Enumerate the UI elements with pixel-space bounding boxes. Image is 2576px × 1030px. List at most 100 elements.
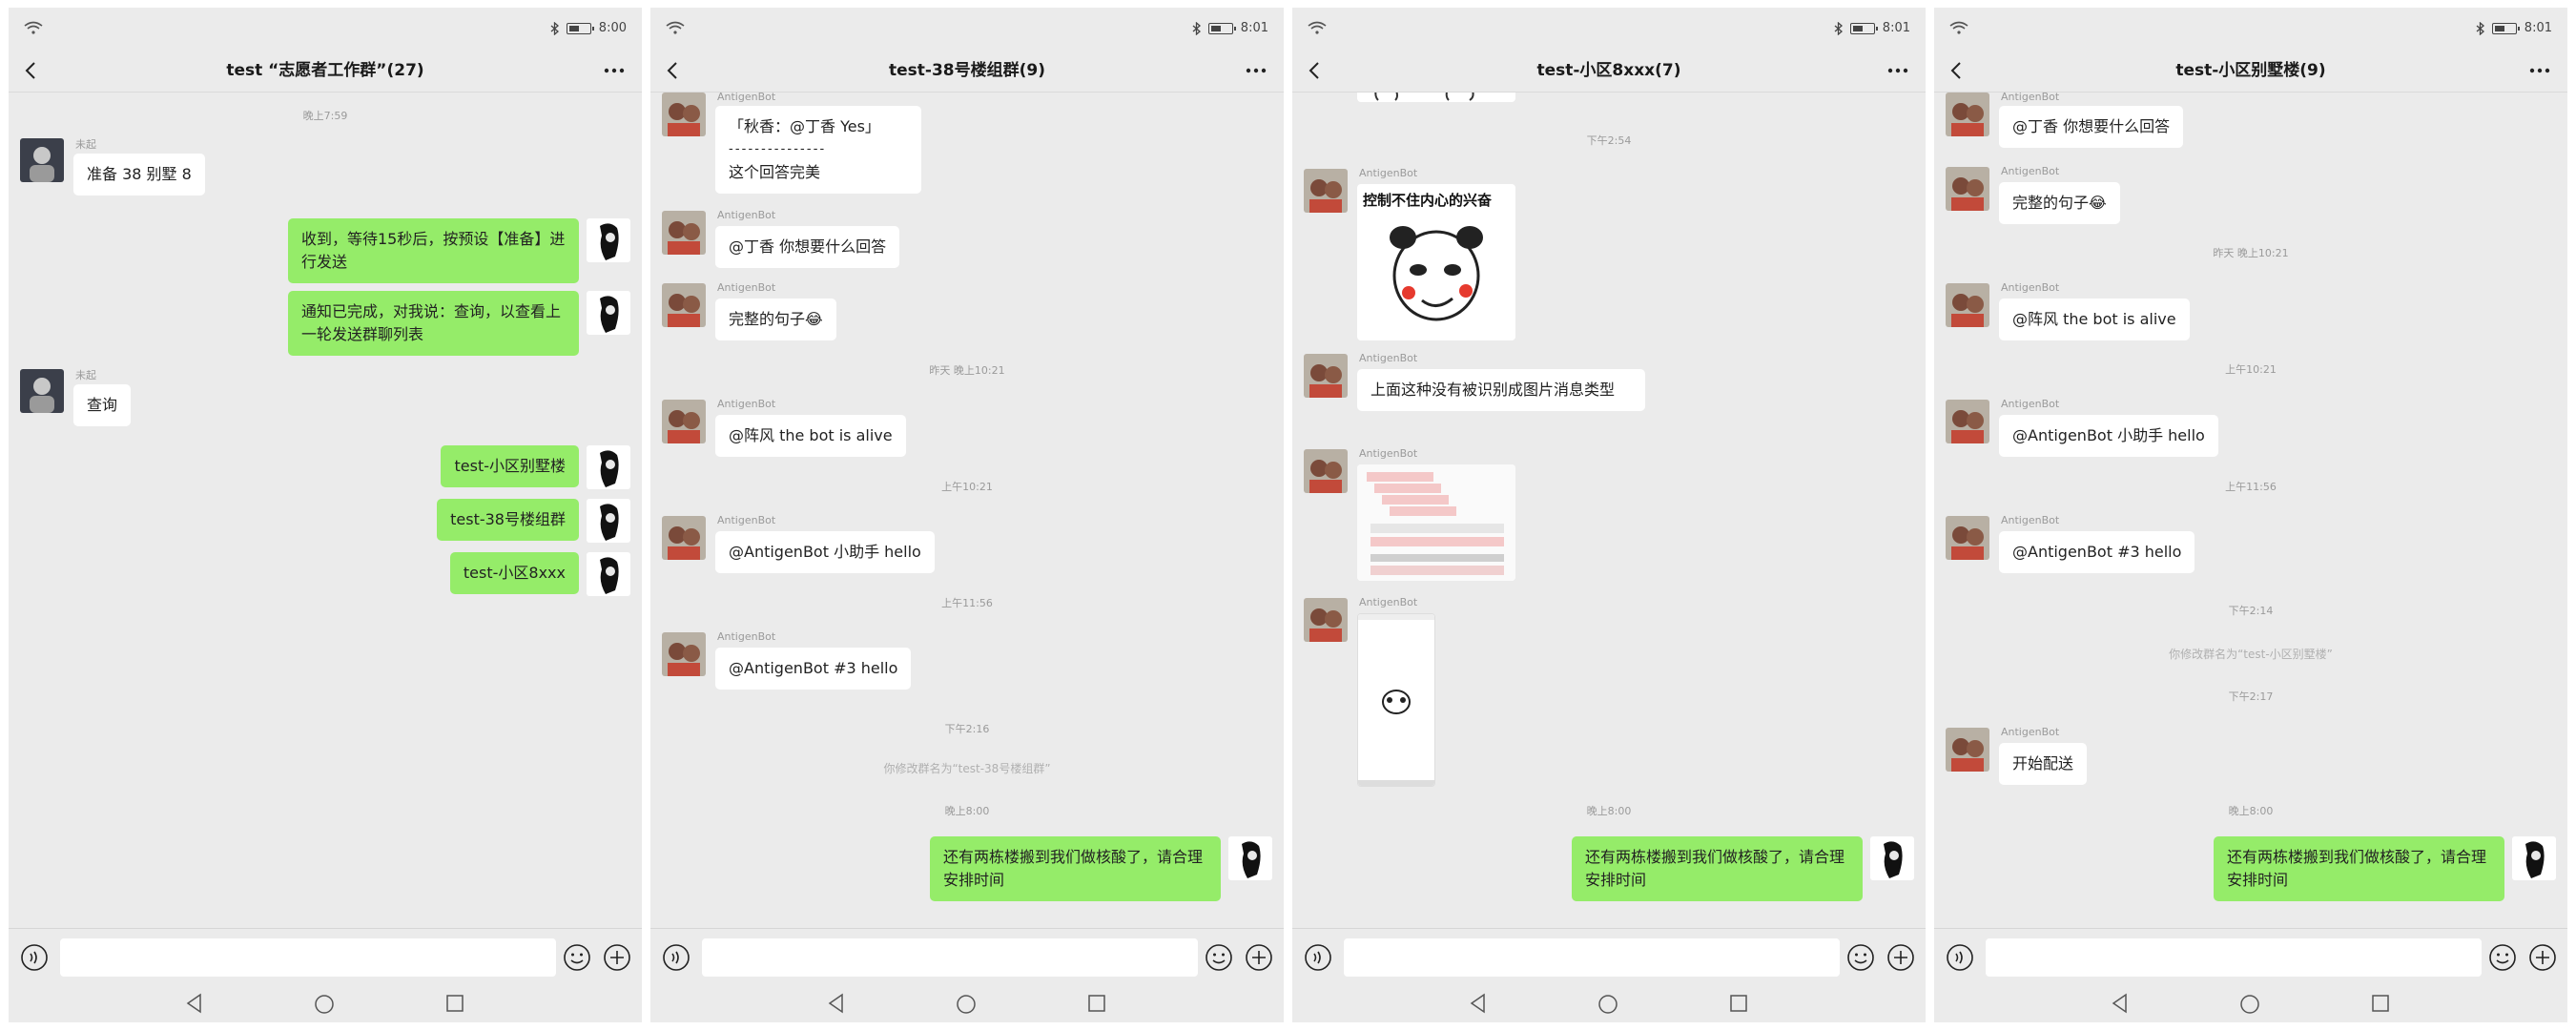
message-bubble[interactable]: 查询 <box>73 384 132 426</box>
timestamp: 下午2:14 <box>2228 605 2274 617</box>
message-bubble[interactable]: @AntigenBot #3 hello <box>1999 531 2195 573</box>
voice-icon[interactable] <box>20 943 49 972</box>
message-list[interactable]: 下午2:54 AntigenBot 控制不住内心的兴奋 AntigenBot 上… <box>1292 93 1926 928</box>
quoted-message-bubble[interactable]: 「秋香：@丁香 Yes」 - - - - - - - - - - - - - -… <box>715 106 921 194</box>
avatar[interactable] <box>1304 169 1348 213</box>
message-bubble-outgoing[interactable]: 还有两栋楼搬到我们做核酸了，请合理安排时间 <box>2214 836 2504 901</box>
avatar[interactable] <box>662 283 706 327</box>
timestamp: 上午11:56 <box>2225 481 2277 493</box>
more-icon[interactable] <box>600 57 629 84</box>
sticker-image[interactable]: 控制不住内心的兴奋 <box>1357 184 1515 340</box>
avatar[interactable] <box>1946 283 1989 327</box>
nav-home-icon[interactable] <box>955 993 978 1016</box>
avatar[interactable] <box>20 138 64 182</box>
plus-icon[interactable] <box>1886 942 1916 973</box>
avatar-self[interactable] <box>587 291 630 335</box>
avatar-self[interactable] <box>1870 836 1914 880</box>
avatar[interactable] <box>1946 516 1989 560</box>
message-bubble[interactable]: @AntigenBot 小助手 hello <box>1999 415 2218 457</box>
message-bubble[interactable]: 准备 38 别墅 8 <box>73 154 205 196</box>
more-icon[interactable] <box>1884 57 1912 84</box>
emoji-icon[interactable] <box>2487 942 2518 973</box>
back-arrow-icon[interactable] <box>1944 57 1970 84</box>
nav-recent-icon[interactable] <box>1729 994 1748 1013</box>
nav-recent-icon[interactable] <box>1087 994 1106 1013</box>
voice-icon[interactable] <box>662 943 690 972</box>
avatar[interactable] <box>662 400 706 443</box>
nav-home-icon[interactable] <box>313 993 336 1016</box>
message-bubble[interactable]: @阵风 the bot is alive <box>715 415 906 457</box>
back-arrow-icon[interactable] <box>1302 57 1329 84</box>
message-bubble-outgoing[interactable]: test-小区8xxx <box>449 552 579 594</box>
emoji-icon[interactable] <box>1845 942 1876 973</box>
avatar[interactable] <box>662 632 706 676</box>
plus-icon[interactable] <box>602 942 632 973</box>
message-bubble-outgoing[interactable]: test-38号楼组群 <box>437 499 579 541</box>
message-input[interactable] <box>1344 938 1840 977</box>
timestamp: 下午2:17 <box>2228 690 2274 703</box>
nav-back-icon[interactable] <box>2111 993 2130 1014</box>
status-bar: 8:01 <box>1934 8 2567 50</box>
message-input[interactable] <box>60 938 556 977</box>
message-input[interactable] <box>702 938 1198 977</box>
message-bubble-outgoing[interactable]: 还有两栋楼搬到我们做核酸了，请合理安排时间 <box>930 836 1221 901</box>
message-list[interactable]: AntigenBot @丁香 你想要什么回答 AntigenBot 完整的句子😂… <box>1934 93 2567 928</box>
nav-home-icon[interactable] <box>2238 993 2261 1016</box>
message-bubble-outgoing[interactable]: 收到，等待15秒后，按预设【准备】进行发送 <box>288 218 579 283</box>
sender-name: AntigenBot <box>1359 596 1418 608</box>
avatar-self[interactable] <box>587 445 630 489</box>
avatar-self[interactable] <box>1228 836 1272 880</box>
avatar[interactable] <box>662 516 706 560</box>
avatar[interactable] <box>1946 167 1989 211</box>
screenshot-image[interactable] <box>1357 613 1435 787</box>
avatar[interactable] <box>1946 400 1989 443</box>
avatar[interactable] <box>1304 354 1348 398</box>
back-arrow-icon[interactable] <box>660 57 687 84</box>
nav-home-icon[interactable] <box>1597 993 1619 1016</box>
emoji-icon[interactable] <box>1204 942 1234 973</box>
quote-divider: - - - - - - - - - - - - - - - <box>729 142 824 156</box>
voice-icon[interactable] <box>1946 943 1974 972</box>
emoji-icon[interactable] <box>562 942 592 973</box>
message-bubble-outgoing[interactable]: 还有两栋楼搬到我们做核酸了，请合理安排时间 <box>1572 836 1863 901</box>
avatar-self[interactable] <box>587 218 630 262</box>
more-icon[interactable] <box>1242 57 1270 84</box>
voice-icon[interactable] <box>1304 943 1332 972</box>
avatar[interactable] <box>662 211 706 255</box>
avatar[interactable] <box>662 93 706 136</box>
nav-back-icon[interactable] <box>185 993 204 1014</box>
plus-icon[interactable] <box>1244 942 1274 973</box>
message-bubble-outgoing[interactable]: 通知已完成，对我说：查询，以查看上一轮发送群聊列表 <box>288 291 579 356</box>
nav-back-icon[interactable] <box>1469 993 1488 1014</box>
plus-icon[interactable] <box>2527 942 2558 973</box>
diagram-image[interactable] <box>1357 464 1515 581</box>
avatar-self[interactable] <box>587 552 630 596</box>
avatar[interactable] <box>20 369 64 413</box>
avatar[interactable] <box>1946 93 1989 136</box>
back-arrow-icon[interactable] <box>18 57 45 84</box>
avatar[interactable] <box>1304 598 1348 642</box>
message-list[interactable]: AntigenBot 「秋香：@丁香 Yes」 - - - - - - - - … <box>650 93 1284 928</box>
message-input[interactable] <box>1986 938 2482 977</box>
message-bubble[interactable]: @丁香 你想要什么回答 <box>1999 106 2184 148</box>
avatar[interactable] <box>1946 728 1989 772</box>
nav-recent-icon[interactable] <box>445 994 464 1013</box>
avatar[interactable] <box>1304 449 1348 493</box>
message-bubble[interactable]: @阵风 the bot is alive <box>1999 299 2190 340</box>
image-message-cropped[interactable] <box>1357 93 1515 102</box>
avatar-self[interactable] <box>587 499 630 543</box>
message-bubble[interactable]: 完整的句子😂 <box>1999 182 2120 224</box>
message-bubble[interactable]: @AntigenBot #3 hello <box>715 648 912 690</box>
message-bubble-outgoing[interactable]: test-小区别墅楼 <box>441 445 579 487</box>
message-bubble[interactable]: 完整的句子😂 <box>715 299 836 340</box>
message-bubble[interactable]: @AntigenBot 小助手 hello <box>715 531 935 573</box>
nav-recent-icon[interactable] <box>2371 994 2390 1013</box>
message-bubble[interactable]: 开始配送 <box>1999 743 2088 785</box>
more-icon[interactable] <box>2525 57 2554 84</box>
timestamp: 晚上8:00 <box>2228 805 2274 817</box>
message-list[interactable]: 晚上7:59 未起 准备 38 别墅 8 收到，等待15秒后，按预设【准备】进行… <box>9 93 642 928</box>
message-bubble[interactable]: 上面这种没有被识别成图片消息类型 <box>1357 369 1645 411</box>
message-bubble[interactable]: @丁香 你想要什么回答 <box>715 226 900 268</box>
nav-back-icon[interactable] <box>827 993 846 1014</box>
avatar-self[interactable] <box>2512 836 2556 880</box>
